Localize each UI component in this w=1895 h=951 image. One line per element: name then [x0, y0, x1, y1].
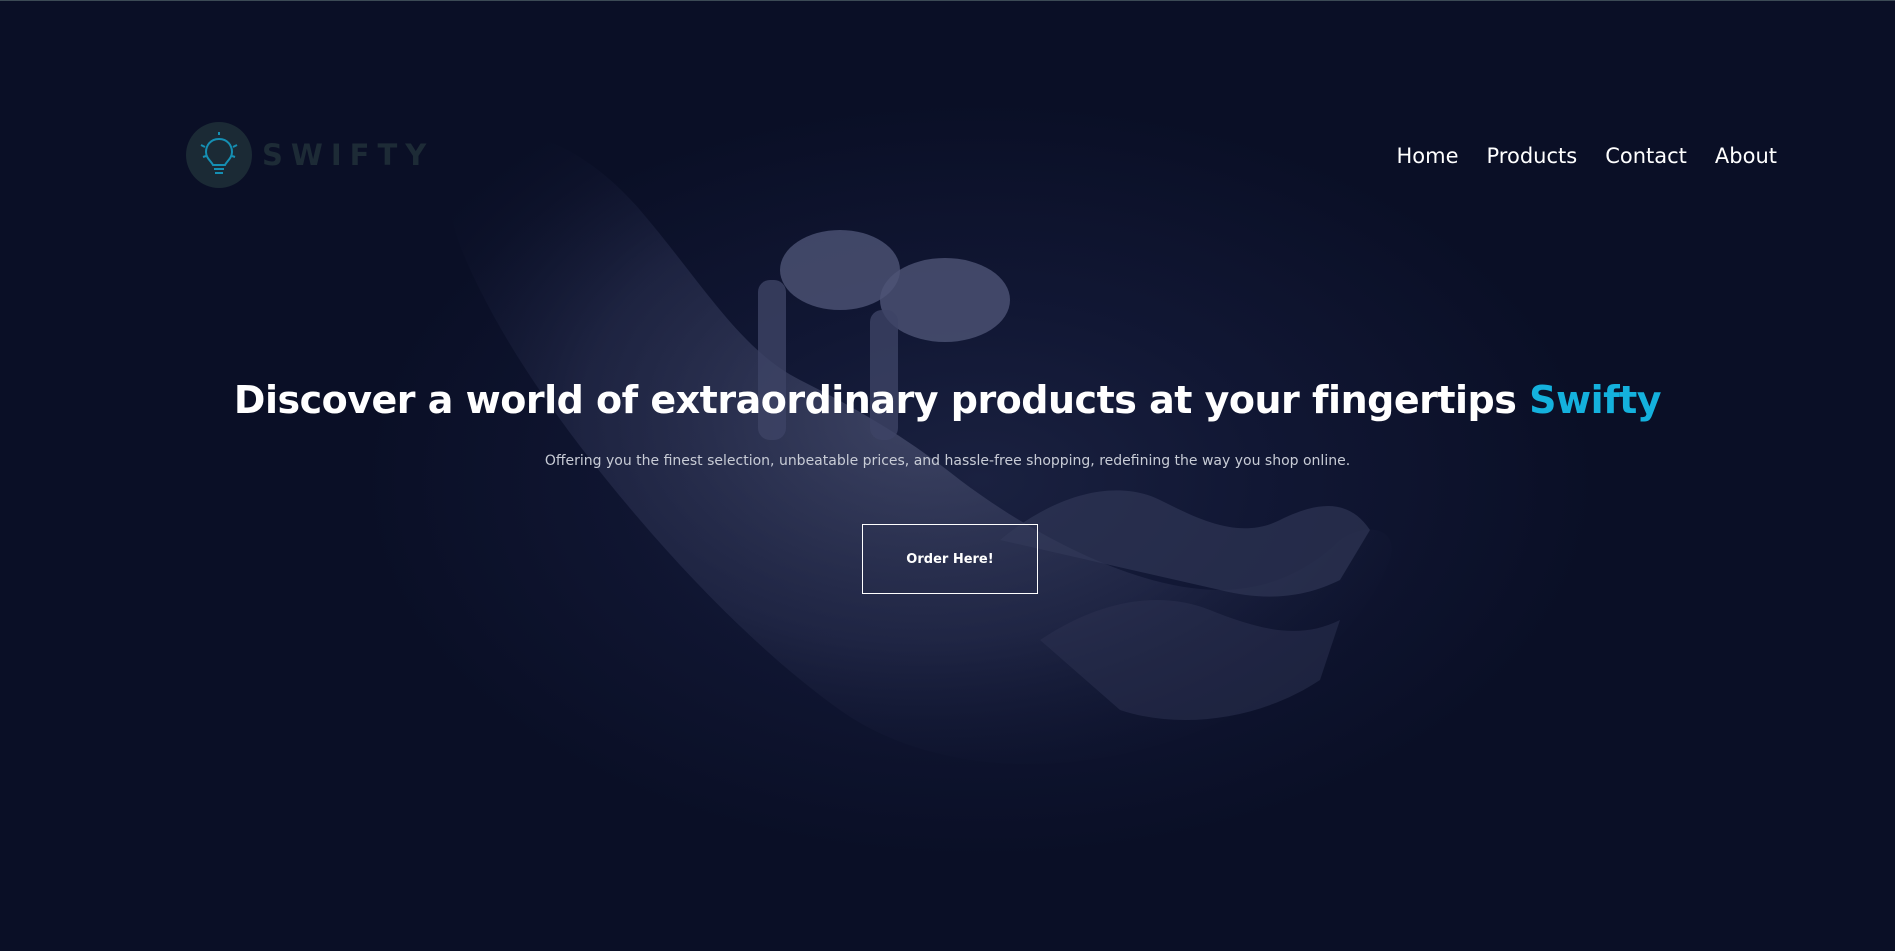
hand-with-earbuds-illustration	[447, 132, 1392, 765]
lightbulb-icon	[186, 122, 252, 188]
hero-subtitle: Offering you the finest selection, unbea…	[544, 453, 1351, 469]
nav-contact[interactable]: Contact	[1605, 144, 1687, 168]
top-border	[0, 0, 1895, 1]
nav-home[interactable]: Home	[1397, 144, 1459, 168]
order-here-button[interactable]: Order Here!	[862, 524, 1038, 594]
brand-name: SWIFTY	[262, 138, 435, 172]
landing-page: SWIFTY Home Products Contact About Disco…	[0, 0, 1895, 951]
brand-logo[interactable]: SWIFTY	[186, 122, 434, 188]
hero-title-text: Discover a world of extraordinary produc…	[233, 378, 1517, 422]
hero-title: Discover a world of extraordinary produc…	[0, 378, 1895, 422]
nav-products[interactable]: Products	[1487, 144, 1578, 168]
nav-about[interactable]: About	[1715, 144, 1777, 168]
main-nav: Home Products Contact About	[1397, 144, 1778, 168]
hero-title-accent: Swifty	[1529, 378, 1662, 422]
